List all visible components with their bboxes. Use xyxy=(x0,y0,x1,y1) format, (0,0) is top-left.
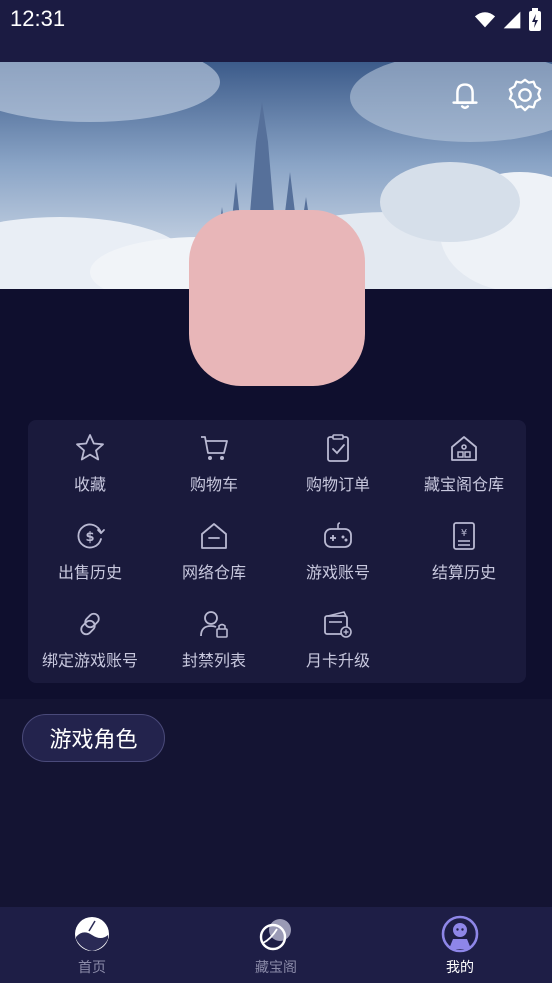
header-actions xyxy=(446,76,544,114)
menu-grid: 收藏 购物车 购物订单 藏宝阁仓库 $ 出售历史 网络仓库 游戏账号 ¥ 结算历… xyxy=(28,420,526,683)
profile-icon xyxy=(441,915,479,953)
bottom-nav: 首页 藏宝阁 我的 xyxy=(0,907,552,983)
nav-treasure[interactable]: 藏宝阁 xyxy=(184,907,368,983)
card-upgrade-icon xyxy=(324,611,352,638)
svg-text:¥: ¥ xyxy=(461,528,467,539)
home-icon xyxy=(75,917,109,951)
warehouse-icon xyxy=(201,523,227,549)
bell-icon[interactable] xyxy=(446,76,484,114)
menu-item-label: 购物订单 xyxy=(305,475,370,494)
link-icon xyxy=(80,612,100,636)
gear-icon[interactable] xyxy=(506,76,544,114)
menu-item-cart[interactable]: 购物车 xyxy=(152,420,276,500)
treasure-icon xyxy=(259,919,291,951)
menu-item-label: 封禁列表 xyxy=(181,651,246,670)
status-bar: 12:31 xyxy=(0,0,552,62)
menu-item-sell-history[interactable]: $ 出售历史 xyxy=(28,508,152,588)
menu-item-game-account[interactable]: 游戏账号 xyxy=(276,508,400,588)
menu-item-network-warehouse[interactable]: 网络仓库 xyxy=(152,508,276,588)
menu-item-bind-game-account[interactable]: 绑定游戏账号 xyxy=(28,596,152,676)
menu-item-label: 收藏 xyxy=(73,475,106,494)
menu-item-label: 结算历史 xyxy=(431,563,496,582)
menu-item-orders[interactable]: 购物订单 xyxy=(276,420,400,500)
nav-treasure-label: 藏宝阁 xyxy=(255,960,297,976)
nav-home[interactable]: 首页 xyxy=(0,907,184,983)
menu-item-favorites[interactable]: 收藏 xyxy=(28,420,152,500)
menu-item-label: 绑定游戏账号 xyxy=(41,651,138,670)
receipt-icon: ¥ xyxy=(453,522,475,550)
house-icon xyxy=(451,436,477,461)
svg-text:$: $ xyxy=(85,530,94,545)
menu-item-settlement-history[interactable]: ¥ 结算历史 xyxy=(402,508,526,588)
menu-item-label: 出售历史 xyxy=(57,563,122,582)
menu-item-label: 藏宝阁仓库 xyxy=(423,475,504,494)
status-icons xyxy=(474,8,542,32)
user-lock-icon xyxy=(200,611,228,638)
avatar[interactable] xyxy=(189,210,365,386)
menu-item-ban-list[interactable]: 封禁列表 xyxy=(152,596,276,676)
star-icon xyxy=(76,434,104,461)
menu-item-monthly-card-upgrade[interactable]: 月卡升级 xyxy=(276,596,400,676)
menu-item-label: 游戏账号 xyxy=(305,563,370,582)
gamepad-icon xyxy=(324,522,352,548)
wifi-icon xyxy=(474,12,496,28)
menu-item-label: 购物车 xyxy=(189,475,238,494)
nav-home-label: 首页 xyxy=(78,960,106,976)
order-icon xyxy=(327,434,349,462)
menu-item-label: 网络仓库 xyxy=(181,563,246,582)
signal-icon xyxy=(503,11,521,29)
nav-mine[interactable]: 我的 xyxy=(368,907,552,983)
menu-item-treasure-warehouse[interactable]: 藏宝阁仓库 xyxy=(402,420,526,500)
sell-history-icon: $ xyxy=(77,523,105,549)
cart-icon xyxy=(201,436,228,460)
menu-item-label: 月卡升级 xyxy=(305,651,370,670)
game-role-tab[interactable]: 游戏角色 xyxy=(22,714,165,762)
battery-icon xyxy=(529,8,541,31)
nav-mine-label: 我的 xyxy=(446,960,474,976)
status-time: 12:31 xyxy=(10,6,66,31)
